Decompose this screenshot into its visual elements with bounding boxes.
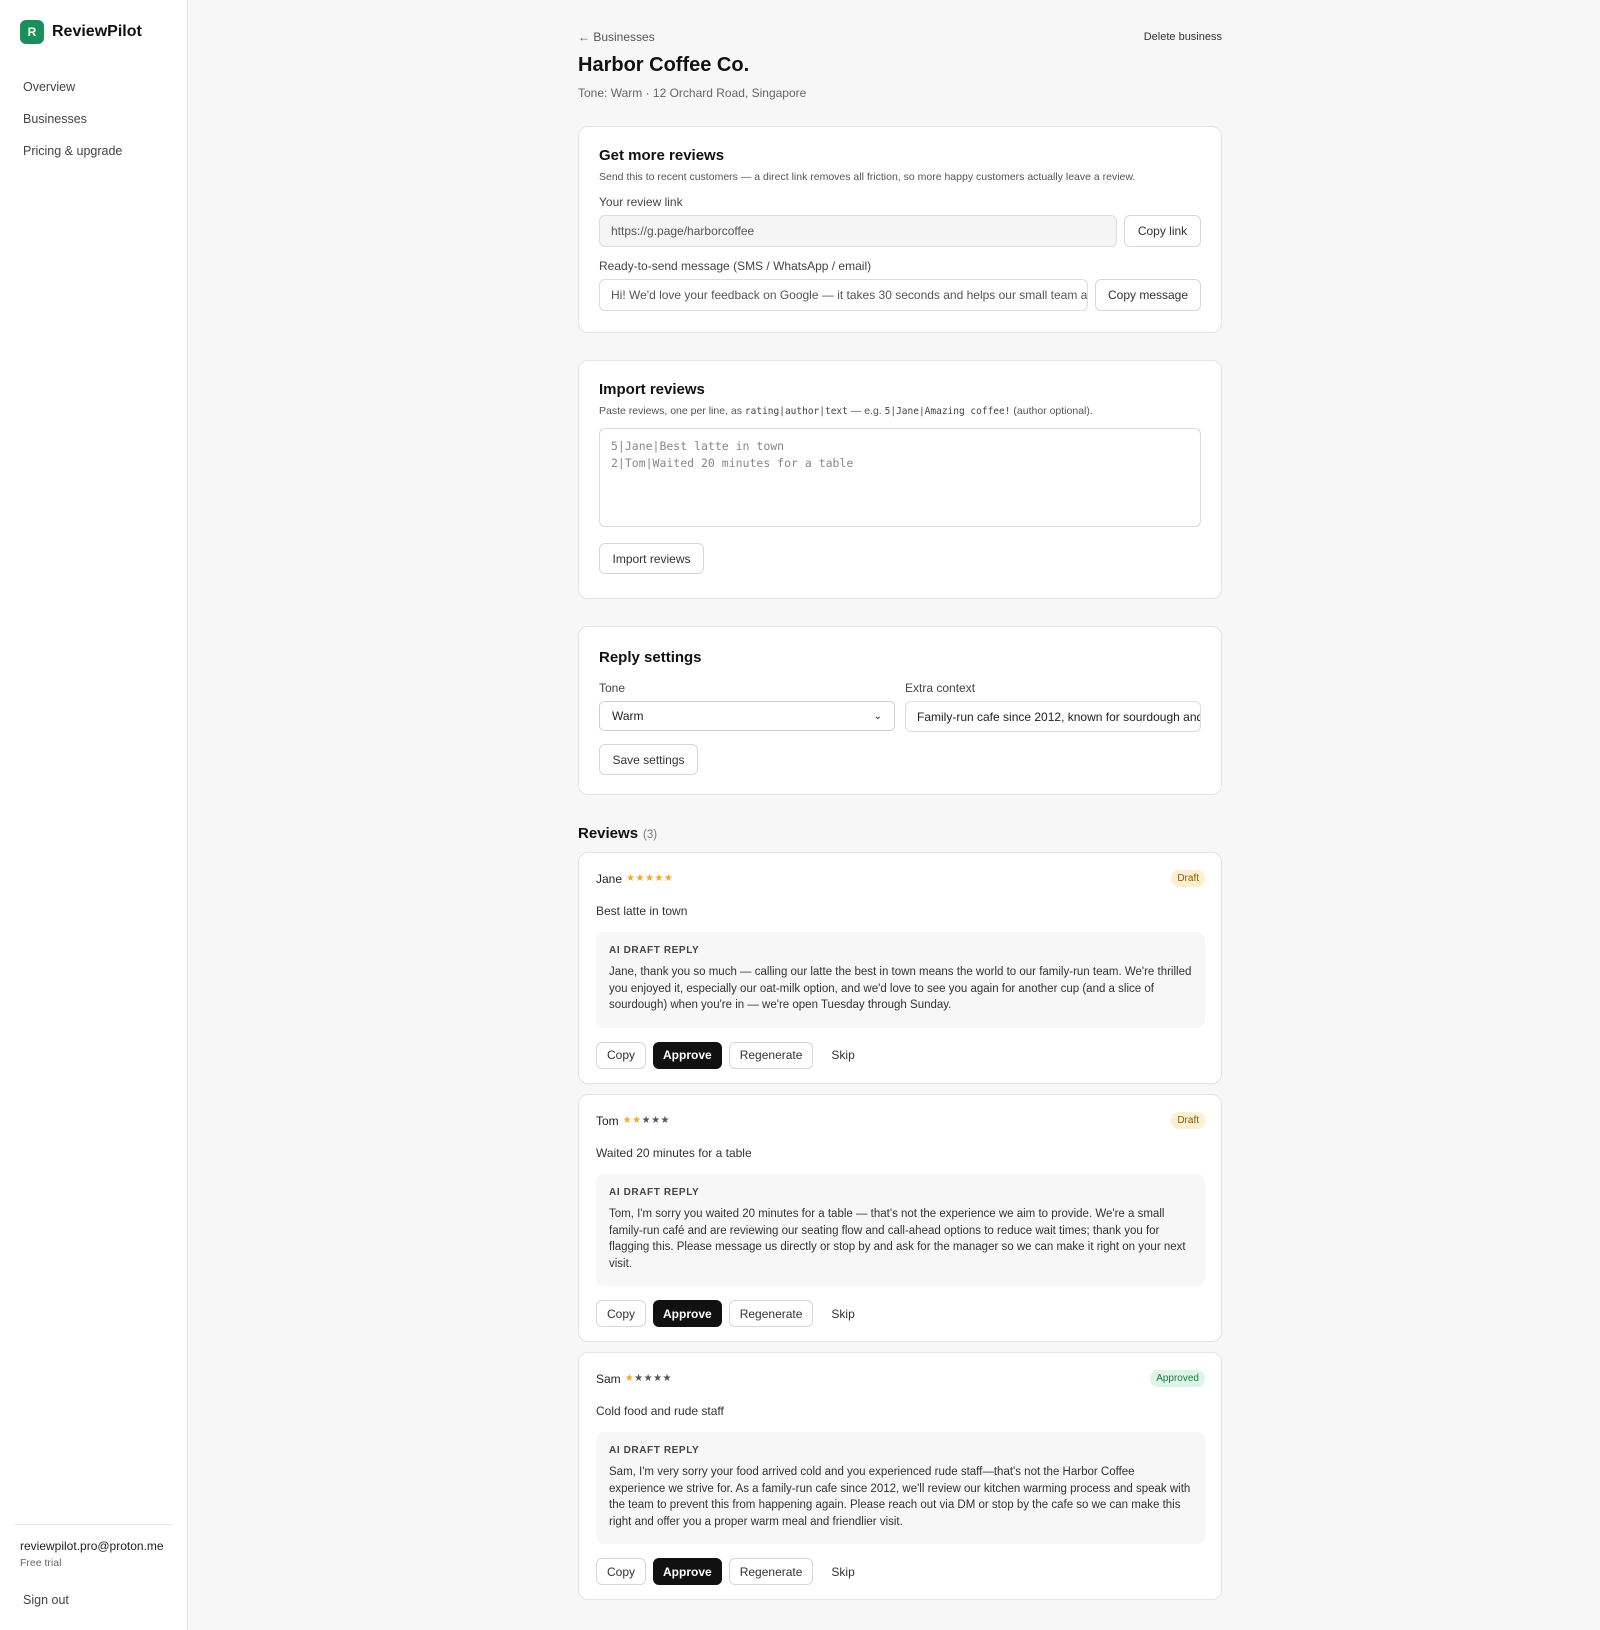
get-more-reviews-card: Get more reviews Send this to recent cus… xyxy=(578,126,1222,333)
user-email: reviewpilot.pro@proton.me xyxy=(20,1539,164,1553)
ai-draft-text: Tom, I'm sorry you waited 20 minutes for… xyxy=(609,1208,1186,1270)
status-badge: Approved xyxy=(1150,1370,1205,1387)
tone-label: Tone xyxy=(599,681,626,695)
save-settings-button[interactable]: Save settings xyxy=(599,744,698,775)
card-title: Reply settings xyxy=(599,649,702,666)
skip-button[interactable]: Skip xyxy=(820,1042,865,1069)
import-help-text: Paste reviews, one per line, as rating|a… xyxy=(599,405,1093,417)
skip-button[interactable]: Skip xyxy=(820,1300,865,1327)
ai-draft-text: Sam, I'm very sorry your food arrived co… xyxy=(609,1466,1191,1528)
star-rating: ★★★★★ xyxy=(624,1373,673,1384)
review-text: Best latte in town xyxy=(596,904,688,918)
reviews-count: (3) xyxy=(643,829,658,841)
sidebar: R ReviewPilot Overview Businesses Pricin… xyxy=(0,0,188,1630)
sidebar-item-businesses[interactable]: Businesses xyxy=(14,104,176,134)
import-reviews-button[interactable]: Import reviews xyxy=(599,543,704,574)
reply-settings-card: Reply settings Tone Warm ⌄ Extra context… xyxy=(578,626,1222,795)
regenerate-button[interactable]: Regenerate xyxy=(728,1041,814,1069)
sign-out-link[interactable]: Sign out xyxy=(14,1589,173,1611)
ai-draft-reply: AI DRAFT REPLY Sam, I'm very sorry your … xyxy=(596,1432,1205,1544)
extra-context-label: Extra context xyxy=(905,681,976,695)
business-subtitle: Tone: Warm · 12 Orchard Road, Singapore xyxy=(578,86,807,100)
user-plan: Free trial xyxy=(20,1557,62,1569)
copy-reply-button[interactable]: Copy xyxy=(596,1300,647,1327)
approve-button[interactable]: Approve xyxy=(653,1041,722,1069)
account-panel: reviewpilot.pro@proton.me Free trial Sig… xyxy=(14,1524,173,1611)
regenerate-button[interactable]: Regenerate xyxy=(728,1558,814,1585)
regenerate-button[interactable]: Regenerate xyxy=(728,1300,814,1327)
review-link-input[interactable]: https://g.page/harborcoffee xyxy=(599,215,1117,247)
back-to-businesses-link[interactable]: ← Businesses xyxy=(578,30,655,44)
ai-draft-reply: AI DRAFT REPLY Jane, thank you so much —… xyxy=(596,932,1205,1028)
approve-button[interactable]: Approve xyxy=(653,1558,722,1585)
review-card: Jane ★★★★★ Draft Best latte in town AI D… xyxy=(578,852,1222,1084)
ai-draft-label: AI DRAFT REPLY xyxy=(609,1187,700,1198)
review-card: Tom ★★★★★ Draft Waited 20 minutes for a … xyxy=(578,1094,1222,1342)
card-title: Get more reviews xyxy=(599,147,725,164)
message-input[interactable]: Hi! We'd love your feedback on Google — … xyxy=(599,279,1088,311)
ai-draft-label: AI DRAFT REPLY xyxy=(609,1445,700,1456)
delete-business-link[interactable]: Delete business xyxy=(1144,31,1222,43)
review-author: Sam xyxy=(596,1371,621,1386)
copy-link-button[interactable]: Copy link xyxy=(1124,215,1201,247)
review-card: Sam ★★★★★ Approved Cold food and rude st… xyxy=(578,1352,1222,1600)
review-link-label: Your review link xyxy=(599,195,683,209)
extra-context-input[interactable]: Family-run cafe since 2012, known for so… xyxy=(905,701,1201,732)
brand[interactable]: R ReviewPilot xyxy=(20,20,142,44)
star-rating: ★★★★★ xyxy=(622,1115,671,1126)
ai-draft-label: AI DRAFT REPLY xyxy=(609,945,700,956)
reviews-heading: Reviews xyxy=(578,825,639,842)
status-badge: Draft xyxy=(1171,1112,1205,1129)
card-title: Import reviews xyxy=(599,381,705,398)
copy-message-button[interactable]: Copy message xyxy=(1095,279,1201,311)
brand-logo-icon: R xyxy=(20,20,44,44)
skip-button[interactable]: Skip xyxy=(820,1558,865,1585)
sidebar-item-overview[interactable]: Overview xyxy=(14,72,176,102)
review-text: Cold food and rude staff xyxy=(596,1404,724,1418)
brand-name: ReviewPilot xyxy=(52,23,142,40)
card-help-text: Send this to recent customers — a direct… xyxy=(599,171,1136,183)
sidebar-item-pricing[interactable]: Pricing & upgrade xyxy=(14,136,176,166)
chevron-down-icon: ⌄ xyxy=(873,710,882,722)
import-reviews-card: Import reviews Paste reviews, one per li… xyxy=(578,360,1222,599)
copy-reply-button[interactable]: Copy xyxy=(596,1558,647,1585)
import-reviews-textarea[interactable]: 5|Jane|Best latte in town 2|Tom|Waited 2… xyxy=(599,428,1201,527)
message-label: Ready-to-send message (SMS / WhatsApp / … xyxy=(599,259,872,273)
tone-select[interactable]: Warm ⌄ xyxy=(599,701,895,731)
sidebar-nav: Overview Businesses Pricing & upgrade xyxy=(14,72,176,168)
tone-selected-value: Warm xyxy=(612,709,644,723)
approve-button[interactable]: Approve xyxy=(653,1300,722,1327)
main-content: ← Businesses Delete business Harbor Coff… xyxy=(188,0,1600,1630)
status-badge: Draft xyxy=(1171,870,1205,887)
review-author: Jane xyxy=(596,871,623,886)
ai-draft-reply: AI DRAFT REPLY Tom, I'm sorry you waited… xyxy=(596,1174,1205,1286)
ai-draft-text: Jane, thank you so much — calling our la… xyxy=(609,966,1192,1011)
copy-reply-button[interactable]: Copy xyxy=(596,1041,647,1069)
page-title: Harbor Coffee Co. xyxy=(578,54,750,76)
star-rating: ★★★★★ xyxy=(626,873,674,884)
review-text: Waited 20 minutes for a table xyxy=(596,1146,752,1160)
review-author: Tom xyxy=(596,1113,619,1128)
